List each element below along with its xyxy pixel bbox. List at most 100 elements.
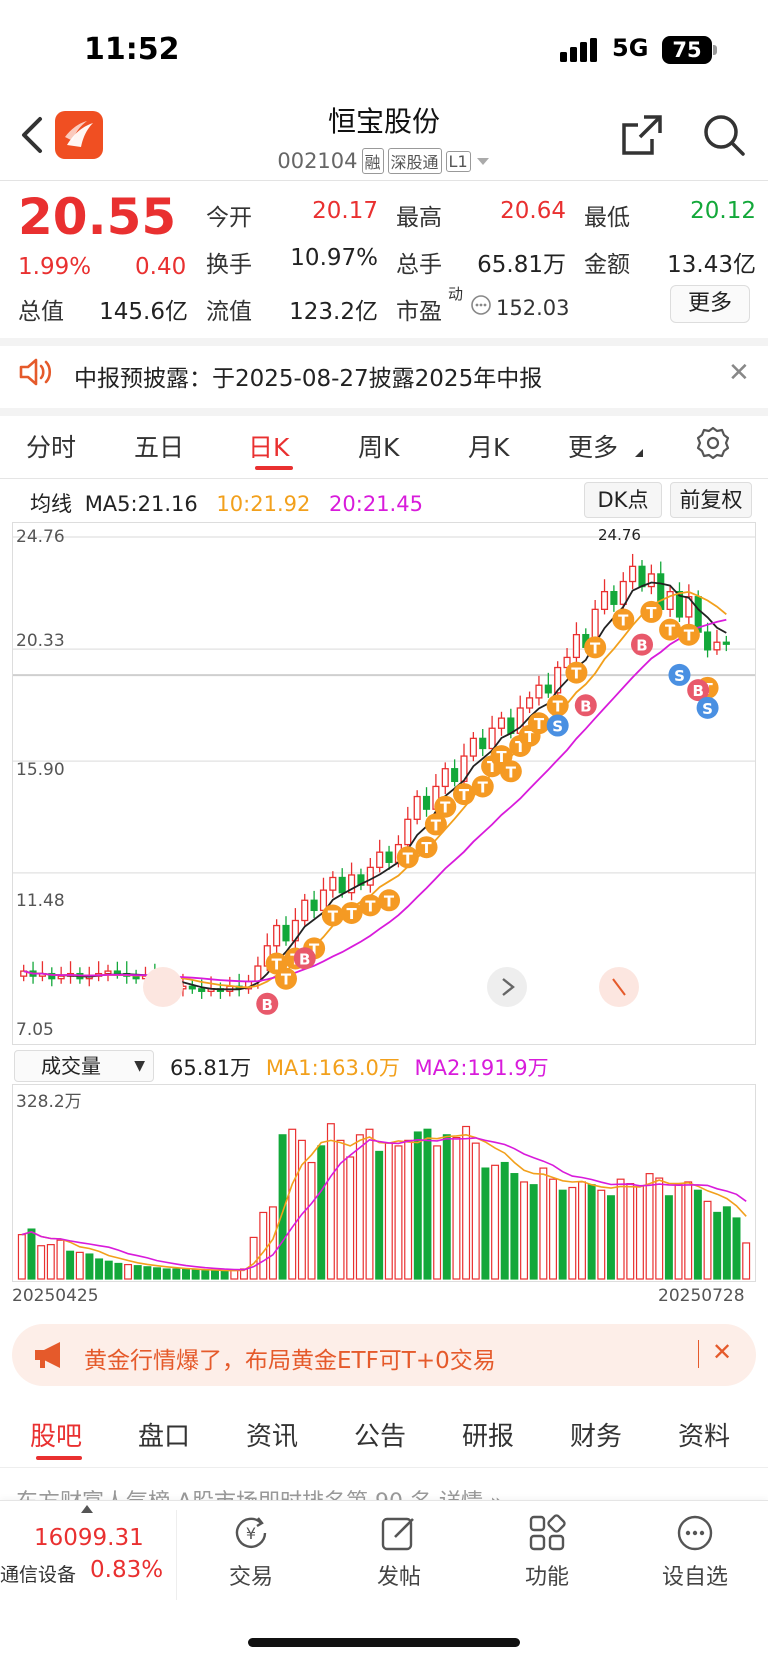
tab-weekly-k[interactable]: 周K (358, 428, 399, 464)
volume-bar (288, 1128, 297, 1280)
y-tick-label: 24.76 (16, 527, 65, 547)
volume-bar (182, 1268, 190, 1280)
close-icon[interactable]: ✕ (712, 1338, 732, 1366)
popularity-teaser[interactable]: 东方财富人气榜 A股市场即时排名第 90 名 详情 » (0, 1484, 768, 1500)
candle (366, 866, 374, 886)
candle (469, 737, 477, 757)
dropdown-icon[interactable] (475, 155, 491, 167)
ad-divider (698, 1340, 699, 1368)
post-button[interactable]: 发帖 (344, 1505, 454, 1591)
candle (132, 975, 140, 980)
volume-bar (510, 1173, 519, 1280)
volume-bar (46, 1244, 55, 1280)
signal-label-B: B (299, 950, 310, 968)
more-button[interactable]: 更多 (670, 285, 750, 323)
signal-label-T: T (684, 627, 695, 645)
functions-label: 功能 (524, 1565, 569, 1590)
trade-button[interactable]: ¥ 交易 (196, 1505, 306, 1591)
megaphone-icon (35, 1342, 60, 1368)
ad-text: 黄金行情爆了，布局黄金ETF可T+0交易 (84, 1348, 496, 1374)
volume-legend: 65.81万 MA1:163.0万 MA2:191.9万 (170, 1052, 549, 1082)
volume-bar (423, 1128, 432, 1280)
volume-bar (655, 1177, 664, 1280)
volume-bar (664, 1195, 673, 1280)
tab-finance[interactable]: 财务 (570, 1416, 622, 1453)
max-price-label: 24.76 (598, 526, 641, 544)
close-icon[interactable]: ✕ (728, 358, 750, 388)
pe-info-icon[interactable] (470, 294, 492, 316)
volume-bar (433, 1145, 442, 1280)
candle (310, 899, 318, 912)
tab-profile[interactable]: 资料 (678, 1416, 730, 1453)
tab-research[interactable]: 研报 (462, 1416, 514, 1453)
post-label: 发帖 (376, 1565, 421, 1590)
tab-orderbook[interactable]: 盘口 (138, 1416, 190, 1453)
share-icon[interactable] (620, 113, 664, 157)
add-watchlist-button[interactable]: 设自选 (640, 1505, 750, 1591)
volume-bar (17, 1234, 26, 1280)
signal-label-B: B (262, 996, 273, 1014)
indicator-select[interactable]: 成交量 ▼ (14, 1050, 154, 1082)
volume-chart[interactable] (12, 1084, 756, 1282)
tab-daily-k[interactable]: 日K (248, 428, 289, 464)
sector-name[interactable]: 通信设备 (0, 1560, 76, 1587)
tab-intraday[interactable]: 分时 (26, 428, 76, 464)
tab-monthly-k[interactable]: 月K (468, 428, 509, 464)
candlestick-chart[interactable]: TTTTTTTTTTTTTTTTTTTTTTTTTTTTBBSBBSBS (12, 522, 756, 1045)
tab-forum[interactable]: 股吧 (30, 1416, 82, 1453)
candlestick-svg[interactable]: TTTTTTTTTTTTTTTTTTTTTTTTTTTTBBSBBSBS (13, 523, 755, 1044)
signal-label-T: T (431, 816, 442, 834)
candle (451, 768, 459, 783)
volume-bar (133, 1265, 142, 1280)
notice-text[interactable]: 中报预披露：于2025-08-27披露2025年中报 (74, 359, 542, 393)
candle (404, 818, 412, 846)
section-divider (0, 338, 768, 346)
candle (57, 975, 65, 980)
section-divider (0, 1467, 768, 1468)
volume-bar (75, 1251, 84, 1280)
functions-button[interactable]: 功能 (492, 1505, 602, 1591)
ma10-value: 10:21.92 (216, 492, 311, 516)
signal-label-T: T (665, 622, 676, 640)
volume-bar (693, 1189, 702, 1280)
volume-bar (259, 1211, 268, 1280)
candle (113, 970, 121, 975)
signal-label-T: T (534, 715, 545, 733)
low-label: 最低 (584, 205, 630, 231)
volume-bar (56, 1239, 65, 1280)
volume-bar (713, 1211, 722, 1280)
tab-announcements[interactable]: 公告 (354, 1416, 406, 1453)
volume-bar (143, 1266, 152, 1280)
search-icon[interactable] (702, 113, 746, 157)
dk-point-button[interactable]: DK点 (584, 482, 662, 518)
volume-bar (549, 1178, 557, 1280)
candle (376, 851, 384, 869)
sector-index-value[interactable]: 16099.31 (34, 1525, 144, 1551)
high-value: 20.64 (500, 198, 566, 224)
signal-label-T: T (281, 971, 292, 989)
signal-label-T: T (346, 905, 357, 923)
volume-bar (606, 1195, 615, 1280)
candle (629, 565, 637, 583)
candle (713, 641, 721, 651)
chart-nav-right-icon (487, 967, 527, 1007)
candle (273, 924, 281, 947)
candle (282, 924, 290, 942)
ma20-value: 20:21.45 (329, 492, 423, 516)
volume-bar (37, 1245, 46, 1280)
adjust-button[interactable]: 前复权 (670, 482, 752, 518)
signal-label-T: T (440, 799, 451, 817)
candle (488, 727, 496, 750)
tab-more[interactable]: 更多 (568, 428, 618, 464)
tab-news[interactable]: 资讯 (246, 1416, 298, 1453)
trade-label: 交易 (228, 1565, 273, 1590)
gear-icon[interactable] (696, 426, 730, 460)
active-tab-indicator (255, 466, 293, 470)
signal-label-B: B (636, 637, 647, 655)
ad-banner[interactable]: 黄金行情爆了，布局黄金ETF可T+0交易 ✕ (12, 1324, 756, 1386)
ma-legend: 均线 MA5:21.16 10:21.92 20:21.45 (30, 488, 423, 518)
add-watchlist-label: 设自选 (661, 1565, 728, 1590)
volume-bar (442, 1134, 451, 1280)
tab-five-day[interactable]: 五日 (134, 428, 184, 464)
candle (600, 590, 609, 610)
